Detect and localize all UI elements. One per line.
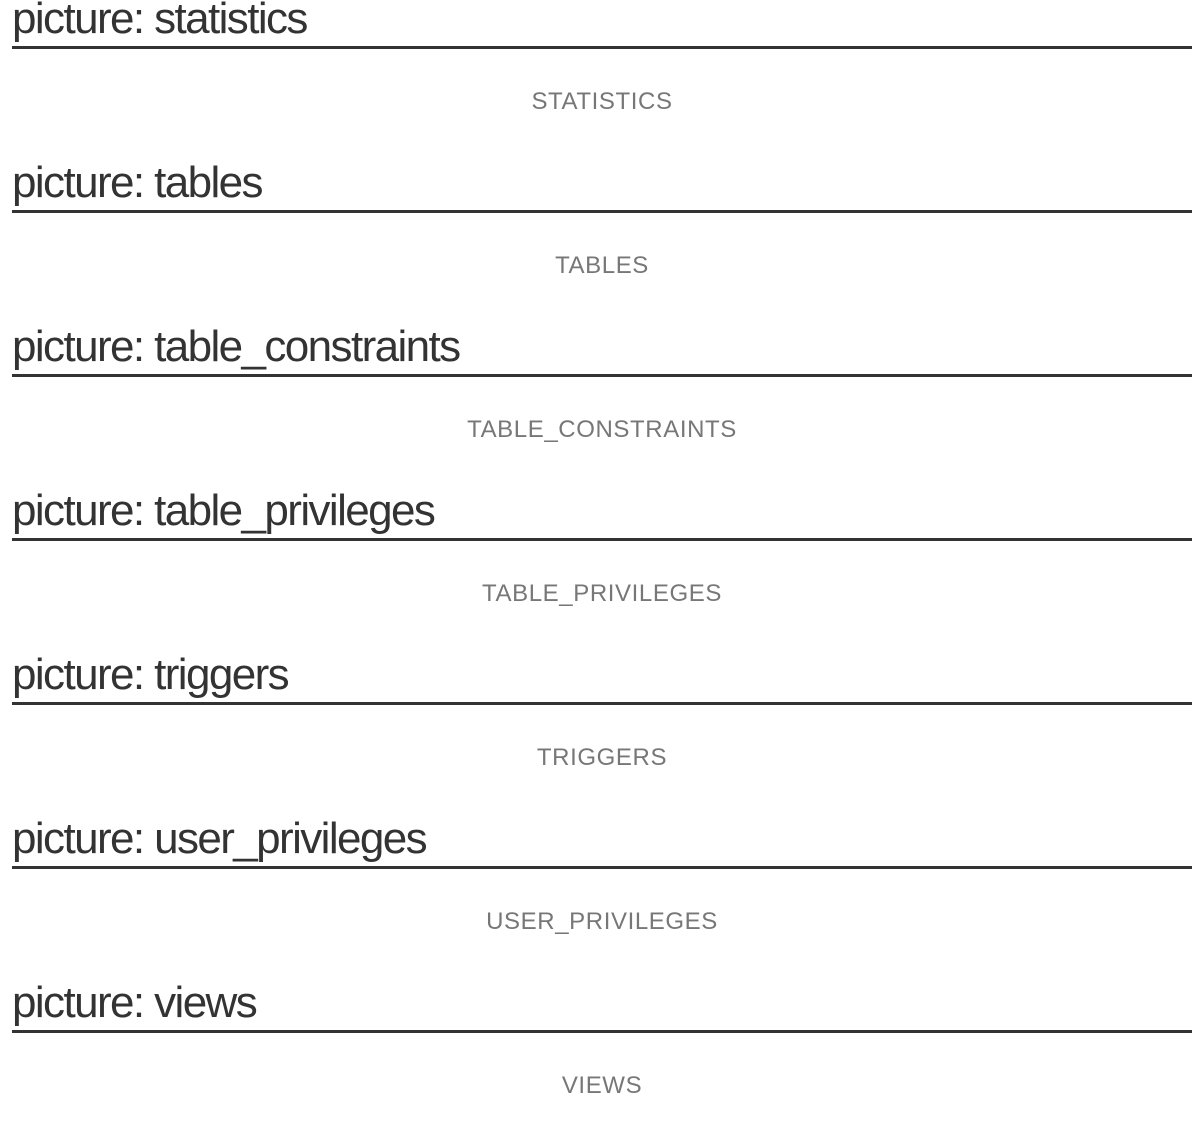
picture-caption: TABLE_CONSTRAINTS bbox=[467, 416, 737, 443]
document-body: picture: statistics STATISTICS picture: … bbox=[12, 0, 1192, 1140]
section-statistics: picture: statistics STATISTICS bbox=[12, 0, 1192, 156]
section-triggers: picture: triggers TRIGGERS bbox=[12, 648, 1192, 812]
section-user-privileges: picture: user_privileges USER_PRIVILEGES bbox=[12, 812, 1192, 976]
section-heading: picture: views bbox=[12, 976, 1192, 1033]
picture-caption: TRIGGERS bbox=[536, 744, 668, 771]
section-table-privileges: picture: table_privileges TABLE_PRIVILEG… bbox=[12, 484, 1192, 648]
section-table-constraints: picture: table_constraints TABLE_CONSTRA… bbox=[12, 320, 1192, 484]
section-heading: picture: tables bbox=[12, 156, 1192, 213]
section-tables: picture: tables TABLES bbox=[12, 156, 1192, 320]
section-heading: picture: table_constraints bbox=[12, 320, 1192, 377]
picture-caption: TABLE_PRIVILEGES bbox=[482, 580, 722, 607]
section-heading: picture: table_privileges bbox=[12, 484, 1192, 541]
section-heading: picture: triggers bbox=[12, 648, 1192, 705]
picture-caption: VIEWS bbox=[561, 1072, 643, 1099]
picture-caption: USER_PRIVILEGES bbox=[486, 908, 718, 935]
section-heading: picture: statistics bbox=[12, 0, 1192, 49]
section-views: picture: views VIEWS bbox=[12, 976, 1192, 1140]
picture-caption: STATISTICS bbox=[531, 88, 673, 115]
picture-caption: TABLES bbox=[555, 252, 649, 279]
section-heading: picture: user_privileges bbox=[12, 812, 1192, 869]
